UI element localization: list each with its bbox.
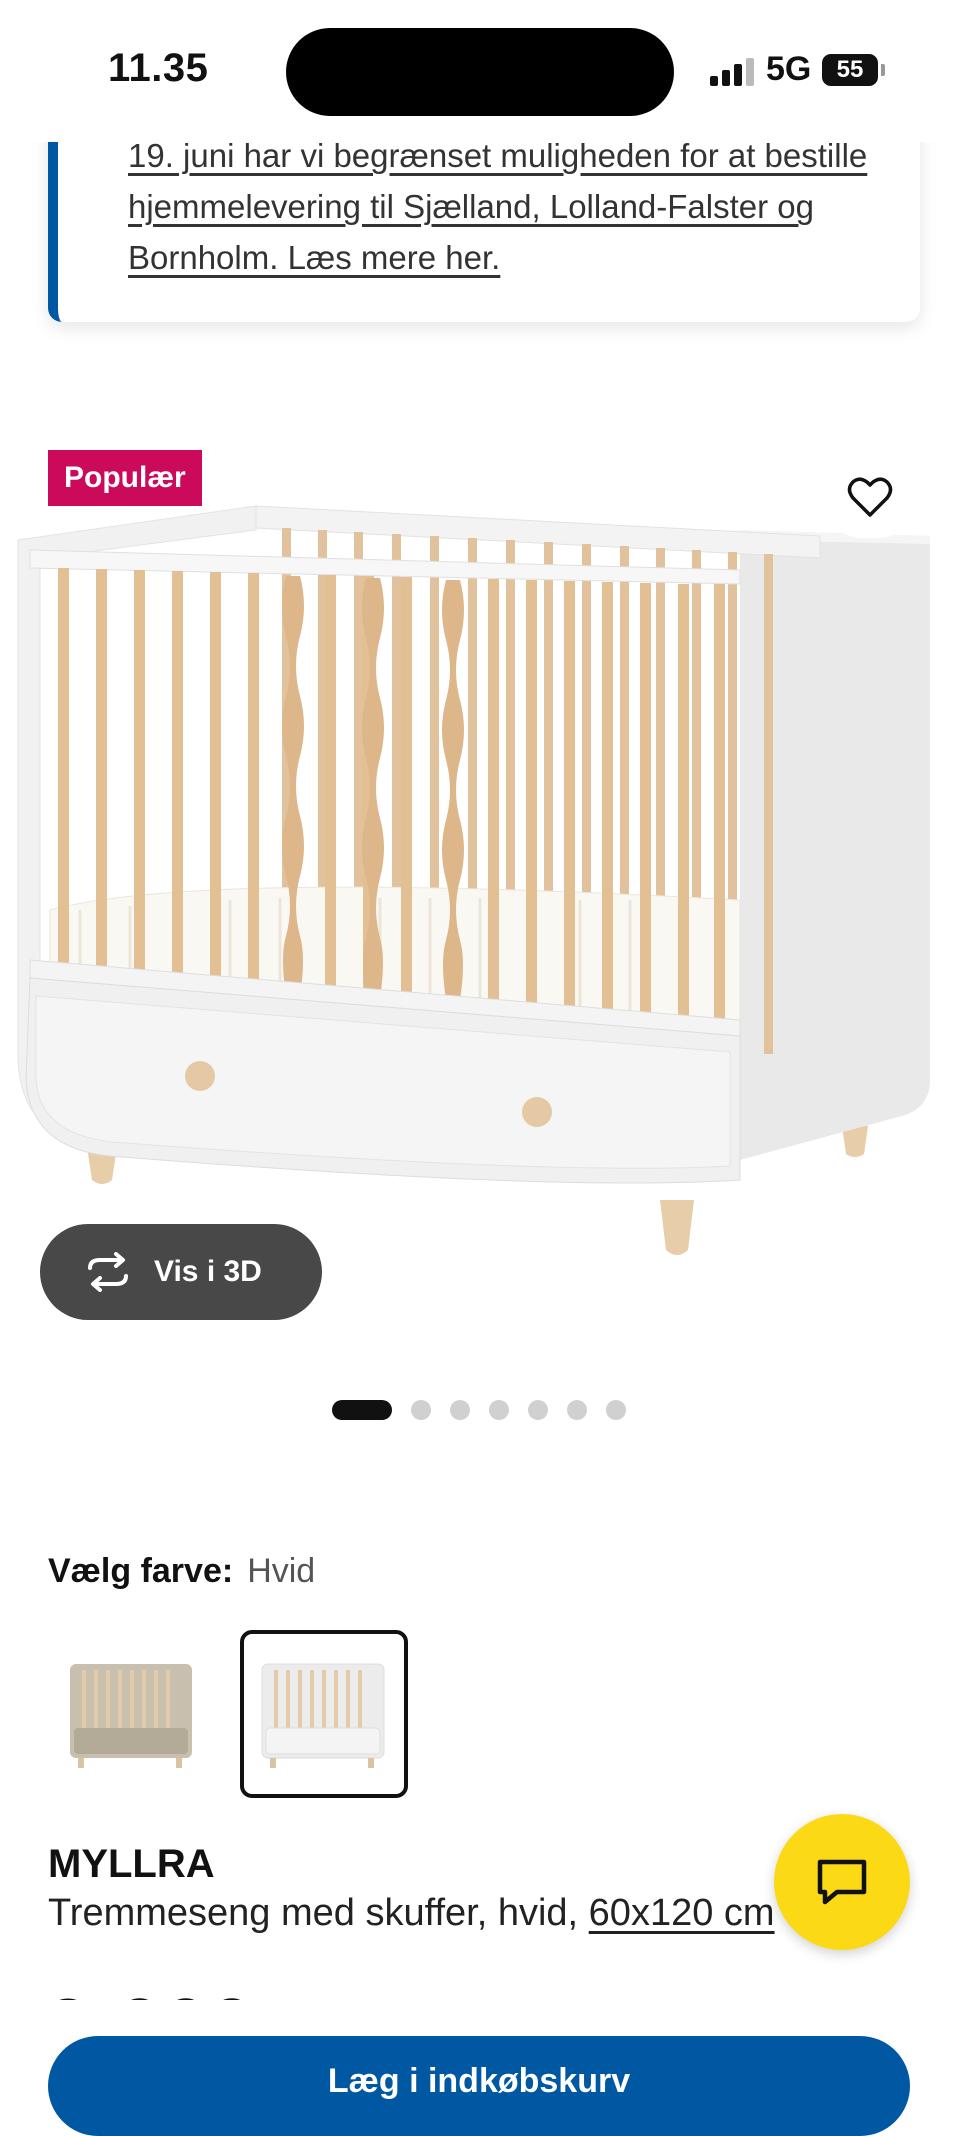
network-label: 5G <box>766 50 812 88</box>
chat-icon <box>817 1859 867 1905</box>
chat-button[interactable] <box>774 1814 910 1950</box>
pagination-dot[interactable] <box>528 1400 548 1420</box>
product-name: MYLLRA <box>48 1842 215 1886</box>
color-selected-value: Hvid <box>247 1552 316 1590</box>
battery-icon: 55 <box>822 54 878 86</box>
status-bar: 11.35 5G 55 <box>0 0 960 142</box>
color-swatch-white[interactable] <box>240 1630 408 1798</box>
delivery-notice-link[interactable]: 19. juni har vi begrænset muligheden for… <box>128 130 888 283</box>
color-selector-heading: Vælg farve: Hvid <box>48 1552 315 1591</box>
gallery-pagination <box>332 1400 645 1420</box>
battery-cap <box>881 64 885 76</box>
pagination-dot[interactable] <box>489 1400 509 1420</box>
view-in-3d-label: Vis i 3D <box>154 1255 262 1288</box>
color-label: Vælg farve: <box>48 1552 234 1590</box>
product-description-text: Tremmeseng med skuffer, hvid, <box>48 1892 579 1934</box>
rotate-3d-icon <box>88 1252 128 1292</box>
product-image[interactable] <box>0 440 960 1340</box>
crib-illustration <box>17 505 930 1255</box>
pagination-dot[interactable] <box>450 1400 470 1420</box>
product-description: Tremmeseng med skuffer, hvid, 60x120 cm <box>48 1892 775 1935</box>
product-size-link[interactable]: 60x120 cm <box>589 1892 775 1934</box>
add-to-cart-button[interactable]: Læg i indkøbskurv <box>48 2036 910 2136</box>
pagination-dot[interactable] <box>411 1400 431 1420</box>
swatch-crib-grey-green <box>70 1664 192 1768</box>
pagination-dot[interactable] <box>606 1400 626 1420</box>
color-swatch-grey-green[interactable] <box>48 1630 216 1798</box>
pagination-dot[interactable] <box>332 1400 392 1420</box>
product-price: 2.999 <box>48 1986 258 2000</box>
favorite-button[interactable] <box>822 458 918 538</box>
dynamic-island <box>286 28 674 116</box>
status-time: 11.35 <box>108 46 209 90</box>
price-value: 2.999 <box>48 1986 258 2000</box>
signal-icon <box>710 56 756 86</box>
popular-badge: Populær <box>48 450 202 506</box>
heart-icon <box>847 477 893 517</box>
swatch-crib-white <box>261 1663 385 1768</box>
pagination-dot[interactable] <box>567 1400 587 1420</box>
add-to-cart-label: Læg i indkøbskurv <box>327 2062 631 2100</box>
view-in-3d-button[interactable]: Vis i 3D <box>40 1224 322 1320</box>
